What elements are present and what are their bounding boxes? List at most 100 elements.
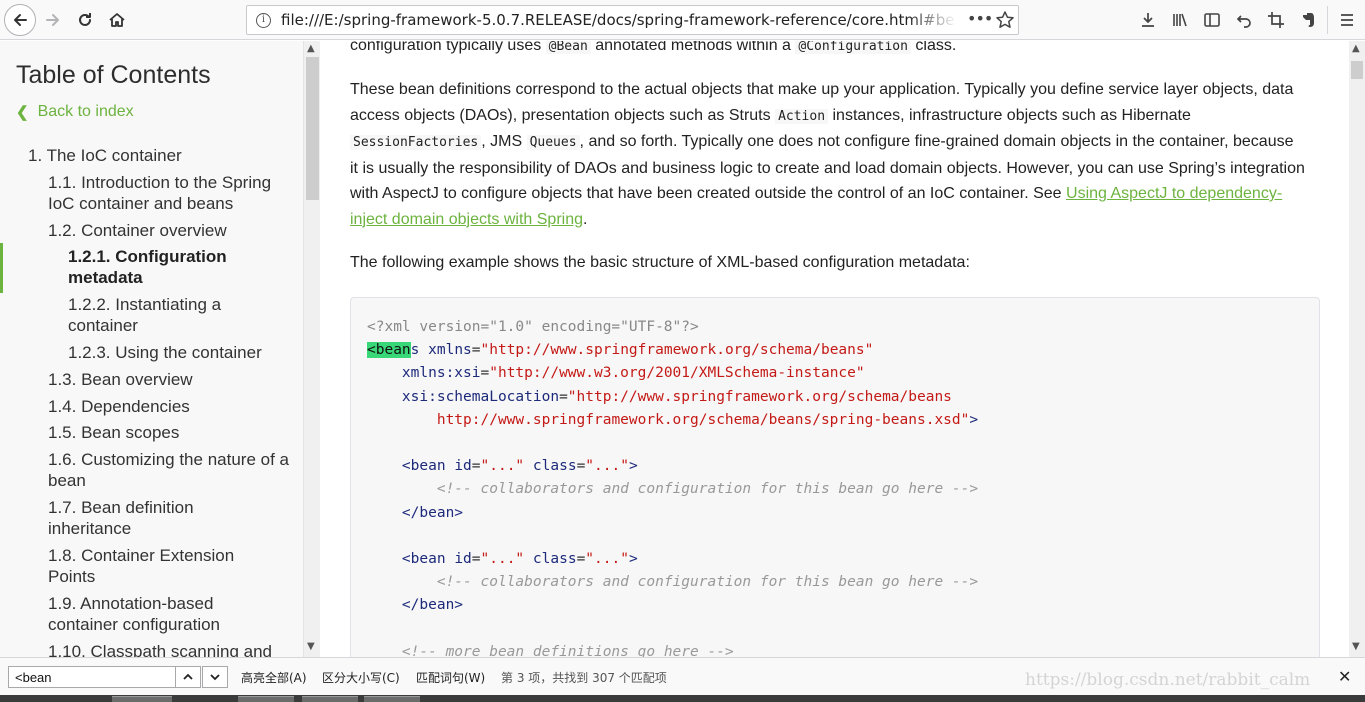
taskbar-item[interactable] [112, 696, 172, 702]
code-token: xmlns [428, 342, 472, 359]
toc-item-introduction[interactable]: 1.1. Introduction to the Spring IoC cont… [48, 172, 293, 214]
inline-code: @Configuration [795, 41, 911, 54]
watermark: https://blog.csdn.net/rabbit_calm [1025, 670, 1311, 690]
reload-button[interactable] [70, 5, 100, 35]
chevron-left-icon: ❮ [16, 104, 29, 121]
intro-paragraph: configuration typically uses @Bean annot… [350, 41, 1310, 60]
taskbar-item[interactable] [238, 696, 294, 702]
find-input[interactable] [8, 666, 176, 688]
find-next-button[interactable] [202, 666, 228, 688]
scroll-down-icon[interactable]: ▼ [1352, 641, 1360, 652]
taskbar-item[interactable] [302, 696, 358, 702]
code-token: "..." [480, 551, 525, 568]
sidebar-scroll-thumb[interactable] [306, 57, 319, 200]
code-token: "..." [585, 458, 629, 475]
hamburger-menu-icon[interactable] [1336, 9, 1358, 31]
url-text[interactable]: file:///E:/spring-framework-5.0.7.RELEAS… [281, 11, 955, 29]
text-run: annotated methods within a [590, 41, 796, 54]
back-to-index-link[interactable]: ❮ Back to index [16, 103, 134, 121]
forward-button[interactable] [38, 5, 68, 35]
code-token: "http://www.springframework.org/schema/b… [567, 388, 952, 405]
main-scrollbar[interactable]: ▲ ▼ [1349, 41, 1365, 657]
code-token: xmlns:xsi [401, 365, 481, 382]
toc-item-customizing-bean[interactable]: 1.6. Customizing the nature of a bean [48, 449, 293, 491]
code-comment: <!-- collaborators and configuration for… [436, 574, 979, 591]
library-icon[interactable] [1169, 9, 1191, 31]
match-case-toggle[interactable]: 区分大小写(C) [322, 669, 400, 686]
chevron-up-icon [183, 673, 193, 680]
toolbar-separator [1327, 6, 1328, 34]
highlight-all-toggle[interactable]: 高亮全部(A) [241, 669, 307, 686]
scroll-up-icon[interactable]: ▲ [307, 43, 315, 54]
taskbar-item[interactable] [364, 696, 420, 702]
toc-sidebar: Table of Contents ❮ Back to index 1. The… [0, 41, 303, 657]
toc-item-bean-overview[interactable]: 1.3. Bean overview [48, 369, 293, 390]
code-token: <bean [401, 551, 446, 568]
inline-code: @Bean [545, 41, 591, 54]
code-token: "http://www.springframework.org/schema/b… [480, 342, 874, 359]
toc-title: Table of Contents [16, 61, 211, 89]
text-run: configuration typically uses [350, 41, 546, 54]
back-button[interactable] [4, 4, 36, 36]
info-icon[interactable]: i [256, 13, 271, 28]
code-comment: <!-- more bean definitions go here --> [401, 643, 734, 657]
reload-icon [79, 13, 91, 26]
crop-icon[interactable] [1265, 9, 1287, 31]
scroll-down-icon[interactable]: ▼ [307, 641, 315, 652]
toc-item-bean-scopes[interactable]: 1.5. Bean scopes [48, 422, 293, 443]
download-icon[interactable] [1137, 9, 1159, 31]
active-item-indicator [0, 243, 3, 293]
text-run: , JMS [481, 133, 527, 150]
close-icon[interactable]: ✕ [1338, 667, 1351, 686]
home-button[interactable] [102, 5, 132, 35]
address-bar[interactable]: i file:///E:/spring-framework-5.0.7.RELE… [246, 5, 1019, 35]
inline-code: Action [775, 108, 829, 124]
toc-item-ioc-container[interactable]: 1. The IoC container [28, 145, 288, 166]
code-listing: <?xml version="1.0" encoding="UTF-8"?> <… [350, 297, 1320, 657]
code-token: xsi:schemaLocation [401, 388, 560, 405]
toc-item-configuration-metadata[interactable]: 1.2.1. Configuration metadata [68, 246, 268, 288]
sidebar-toggle-icon[interactable] [1201, 9, 1223, 31]
toc-item-instantiating-container[interactable]: 1.2.2. Instantiating a container [68, 294, 268, 336]
code-token: "..." [585, 551, 629, 568]
code-token: <bean [401, 458, 446, 475]
home-icon [109, 13, 125, 27]
code-token: "..." [480, 458, 525, 475]
toc-item-classpath-scanning[interactable]: 1.10. Classpath scanning and [48, 641, 293, 657]
toc-item-bean-definition-inheritance[interactable]: 1.7. Bean definition inheritance [48, 497, 248, 539]
code-token: </bean> [401, 597, 464, 614]
text-run: . [583, 210, 588, 228]
inline-code: Queues [526, 135, 580, 150]
whole-words-toggle[interactable]: 匹配词句(W) [416, 669, 485, 686]
toc-item-container-overview[interactable]: 1.2. Container overview [48, 220, 293, 241]
toc-item-dependencies[interactable]: 1.4. Dependencies [48, 396, 293, 417]
code-token: class [532, 551, 577, 568]
code-comment: <!-- collaborators and configuration for… [436, 481, 979, 498]
code-token: id [454, 458, 472, 475]
text-run: class. [910, 41, 957, 54]
evernote-icon[interactable] [1297, 9, 1319, 31]
undo-icon[interactable] [1233, 9, 1255, 31]
bookmark-star-icon[interactable] [995, 10, 1015, 30]
main-scroll-thumb[interactable] [1351, 61, 1363, 79]
page-actions-menu-icon[interactable]: ••• [967, 9, 993, 28]
sidebar-scrollbar[interactable]: ▲ ▼ [303, 41, 320, 657]
scroll-up-icon[interactable]: ▲ [1352, 43, 1360, 54]
arrow-right-icon [46, 14, 59, 26]
find-bar: 高亮全部(A) 区分大小写(C) 匹配词句(W) 第 3 项，共找到 307 个… [0, 657, 1365, 695]
bean-definitions-paragraph: These bean definitions correspond to the… [350, 77, 1305, 232]
text-run: instances, infrastructure objects such a… [828, 106, 1191, 124]
toc-item-container-extension-points[interactable]: 1.8. Container Extension Points [48, 545, 258, 587]
back-to-index-label: Back to index [37, 103, 134, 120]
code-token: "http://www.w3.org/2001/XMLSchema-instan… [489, 365, 865, 382]
main-content: configuration typically uses @Bean annot… [320, 41, 1349, 657]
toc-item-annotation-config[interactable]: 1.9. Annotation-based container configur… [48, 593, 258, 635]
xml-code: <?xml version="1.0" encoding="UTF-8"?> <… [367, 316, 978, 657]
toc-item-using-container[interactable]: 1.2.3. Using the container [68, 342, 293, 363]
taskbar-strip [0, 695, 1365, 702]
code-token: s [410, 342, 420, 359]
inline-code: SessionFactories [350, 135, 482, 150]
code-token: class [532, 458, 577, 475]
find-previous-button[interactable] [175, 666, 201, 688]
code-token: </bean> [401, 504, 464, 521]
